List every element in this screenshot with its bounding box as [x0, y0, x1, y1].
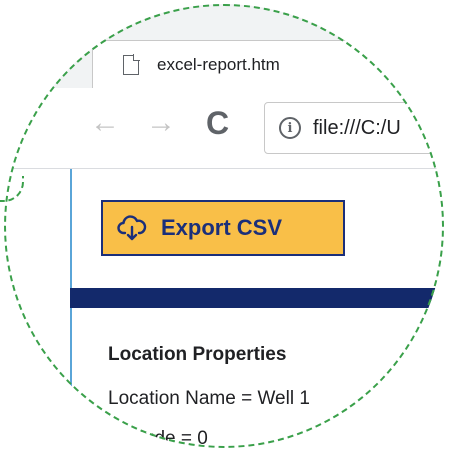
address-bar[interactable]: i file:///C:/U: [264, 102, 444, 154]
forward-button[interactable]: →: [146, 108, 176, 138]
back-button[interactable]: ←: [90, 108, 120, 138]
browser-window: excel-report.htm ← → C i file:///C:/U Ex…: [4, 4, 444, 448]
file-icon: [123, 54, 140, 75]
magnified-view: excel-report.htm ← → C i file:///C:/U Ex…: [4, 4, 444, 448]
header-bar: [70, 288, 444, 308]
content-left-border: [70, 169, 72, 448]
export-button-label: Export CSV: [161, 215, 283, 240]
section-heading: Location Properties: [108, 344, 287, 365]
cloud-download-icon: [117, 215, 147, 241]
tab-title: excel-report.htm: [157, 55, 280, 74]
url-text: file:///C:/U: [313, 116, 401, 139]
export-csv-button[interactable]: Export CSV: [101, 200, 345, 256]
property-latitude: Latitude = 0: [108, 428, 208, 448]
browser-tab[interactable]: excel-report.htm: [92, 40, 444, 89]
info-icon[interactable]: i: [279, 117, 301, 139]
reload-button[interactable]: C: [206, 107, 229, 139]
property-location-name: Location Name = Well 1: [108, 388, 310, 409]
